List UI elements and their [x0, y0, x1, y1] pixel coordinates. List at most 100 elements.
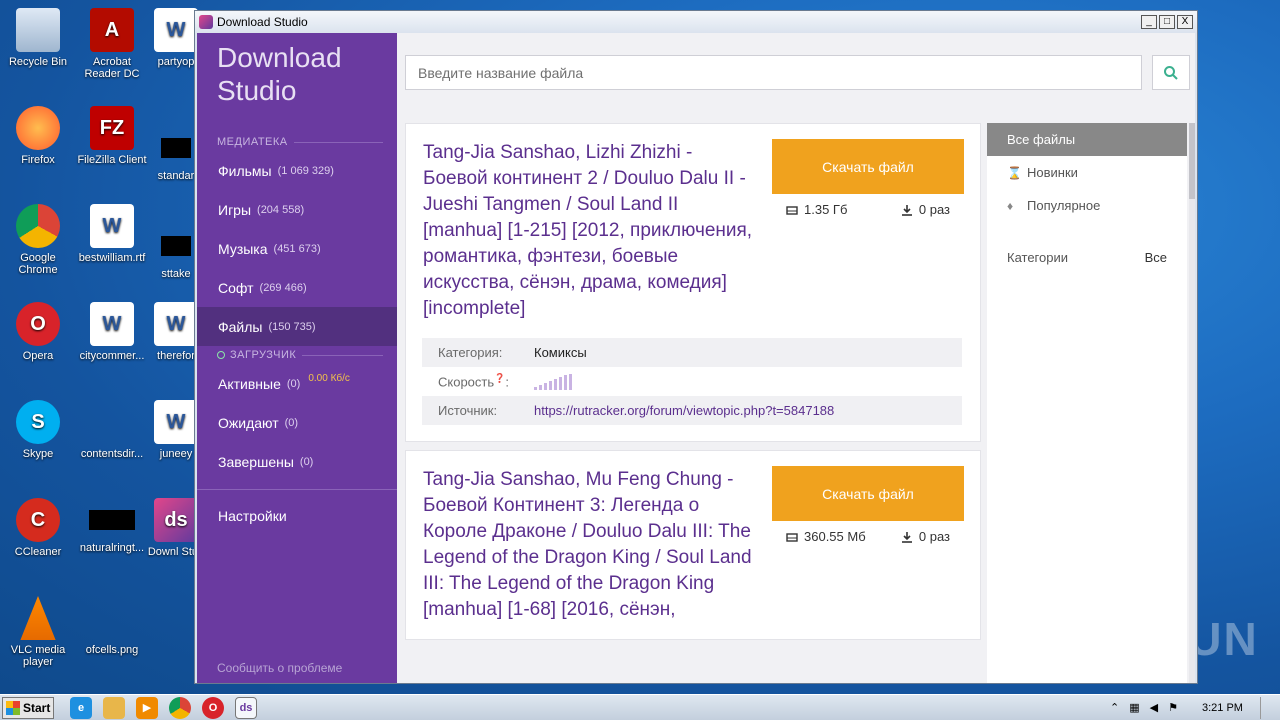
desktop-icon-label: Opera: [22, 350, 54, 362]
nav-item-software[interactable]: Софт (269 466): [197, 268, 397, 307]
explorer-icon[interactable]: [103, 696, 125, 719]
app-window: Download Studio _ □ X Download Studio МЕ…: [194, 10, 1198, 684]
maximize-button[interactable]: □: [1159, 15, 1175, 29]
detail-key-text: Скорость: [438, 374, 495, 390]
nav-item-count: (451 673): [273, 242, 321, 255]
opera-icon[interactable]: O: [202, 696, 224, 719]
filter-all-files[interactable]: Все файлы: [987, 123, 1187, 156]
download-count-value: 0 раз: [918, 202, 950, 217]
ccleaner-icon[interactable]: C CCleaner: [0, 498, 76, 558]
nav-item-active[interactable]: Активные (0) 0.00 Кб/с: [197, 364, 397, 403]
close-button[interactable]: X: [1177, 15, 1193, 29]
report-problem-link[interactable]: Сообщить о проблеме: [217, 661, 342, 675]
system-tray: ⌃ ▦ ◀ ⚑ 3:21 PM: [1110, 696, 1280, 719]
nav-item-label: Фильмы: [218, 162, 272, 179]
filter-label: Все файлы: [1007, 132, 1076, 147]
flame-icon: ♦: [1007, 198, 1014, 213]
vlc-icon[interactable]: VLC media player: [0, 596, 76, 668]
result-title[interactable]: Tang-Jia Sanshao, Mu Feng Chung - Боевой…: [423, 467, 753, 623]
search-icon: [1164, 65, 1178, 80]
status-dot-icon: [217, 351, 225, 359]
search-bar: [397, 33, 1195, 113]
nav-item-movies[interactable]: Фильмы (1 069 329): [197, 151, 397, 190]
library-heading-text: МЕДИАТЕКА: [217, 136, 288, 148]
divider: [293, 141, 383, 143]
nav-item-files[interactable]: Файлы (150 735): [197, 307, 397, 346]
help-icon[interactable]: ❓: [494, 373, 505, 383]
search-button[interactable]: [1152, 55, 1190, 90]
chrome-icon[interactable]: Google Chrome: [0, 204, 76, 276]
filter-panel: Все файлы ⌛ Новинки ♦ Популярное Категор…: [987, 123, 1187, 683]
file-size: 1.35 Гб: [786, 202, 847, 217]
start-label: Start: [23, 700, 51, 715]
filter-label: Новинки: [1027, 165, 1078, 180]
file-size-value: 1.35 Гб: [804, 202, 848, 217]
nav-item-label: Игры: [218, 201, 252, 218]
downloader-heading-text: ЗАГРУЗЧИК: [230, 349, 297, 361]
volume-icon[interactable]: ◀: [1150, 701, 1158, 714]
network-icon[interactable]: ▦: [1129, 701, 1139, 714]
media-player-icon[interactable]: ▶: [136, 696, 158, 719]
result-title[interactable]: Tang-Jia Sanshao, Lizhi Zhizhi - Боевой …: [423, 140, 753, 322]
library-heading: МЕДИАТЕКА: [197, 133, 397, 151]
clock[interactable]: 3:21 PM: [1202, 702, 1250, 714]
desktop-icon-label: ofcells.png: [85, 644, 139, 656]
result-actions: Скачать файл 1.35 Гб 0 раз: [772, 139, 964, 217]
download-count: 0 раз: [901, 202, 950, 217]
app-client: Download Studio МЕДИАТЕКА Фильмы (1 069 …: [197, 33, 1195, 683]
nav-item-completed[interactable]: Завершены (0): [197, 442, 397, 481]
scrollbar-thumb[interactable]: [1189, 123, 1195, 199]
nav-item-music[interactable]: Музыка (451 673): [197, 229, 397, 268]
firefox-icon[interactable]: Firefox: [0, 106, 76, 166]
nav-item-games[interactable]: Игры (204 558): [197, 190, 397, 229]
nav-item-count: (150 735): [268, 320, 316, 333]
signal-bars-icon: [534, 373, 572, 390]
detail-category: Категория: Комиксы: [422, 338, 962, 367]
ie-icon[interactable]: e: [70, 696, 92, 719]
nav-item-waiting[interactable]: Ожидают (0): [197, 403, 397, 442]
chrome-icon[interactable]: [169, 696, 191, 719]
source-link[interactable]: https://rutracker.org/forum/viewtopic.ph…: [534, 403, 834, 418]
search-input[interactable]: [405, 55, 1142, 90]
download-studio-icon[interactable]: ds: [235, 696, 257, 719]
filter-new[interactable]: ⌛ Новинки: [987, 156, 1187, 189]
show-desktop-button[interactable]: [1260, 696, 1270, 719]
sidebar: Download Studio МЕДИАТЕКА Фильмы (1 069 …: [197, 33, 397, 683]
start-button[interactable]: Start: [2, 696, 54, 719]
desktop-icon-label: Skype: [22, 448, 54, 460]
download-count: 0 раз: [901, 529, 950, 544]
desktop-icon-label: VLC media player: [10, 644, 66, 668]
result-card: Tang-Jia Sanshao, Mu Feng Chung - Боевой…: [405, 450, 981, 640]
result-card: Tang-Jia Sanshao, Lizhi Zhizhi - Боевой …: [405, 123, 981, 442]
app-logo-icon: [199, 15, 213, 29]
image-file-icon[interactable]: ofcells.png: [74, 596, 150, 656]
category-filter[interactable]: Категории Все: [987, 250, 1187, 265]
nav-item-label: Ожидают: [218, 414, 279, 431]
category-value[interactable]: Все: [1145, 250, 1167, 265]
minimize-button[interactable]: _: [1141, 15, 1157, 29]
filter-popular[interactable]: ♦ Популярное: [987, 189, 1187, 222]
opera-icon[interactable]: O Opera: [0, 302, 76, 362]
download-button[interactable]: Скачать файл: [772, 466, 964, 521]
divider: [302, 354, 383, 356]
download-count-value: 0 раз: [918, 529, 950, 544]
file-size: 360.55 Мб: [786, 529, 866, 544]
recycle-bin-icon[interactable]: Recycle Bin: [0, 8, 76, 68]
results-list: Tang-Jia Sanshao, Lizhi Zhizhi - Боевой …: [405, 123, 981, 683]
title-bar[interactable]: Download Studio _ □ X: [195, 11, 1197, 33]
scrollbar[interactable]: [1189, 123, 1195, 683]
tray-expand-icon[interactable]: ⌃: [1110, 701, 1119, 714]
filter-label: Популярное: [1027, 198, 1101, 213]
nav-item-count: (0): [284, 416, 299, 429]
download-button[interactable]: Скачать файл: [772, 139, 964, 194]
hard-drive-icon: [786, 532, 798, 542]
flag-icon[interactable]: ⚑: [1168, 701, 1178, 714]
hourglass-icon: ⌛: [1007, 165, 1022, 180]
nav-item-label: Файлы: [218, 318, 263, 335]
window-controls: _ □ X: [1141, 15, 1193, 29]
brand-title: Download Studio: [217, 42, 342, 106]
skype-icon[interactable]: S Skype: [0, 400, 76, 460]
nav-item-settings[interactable]: Настройки: [197, 496, 397, 535]
nav-item-label: Настройки: [218, 507, 287, 524]
category-label: Категории: [1007, 250, 1068, 265]
